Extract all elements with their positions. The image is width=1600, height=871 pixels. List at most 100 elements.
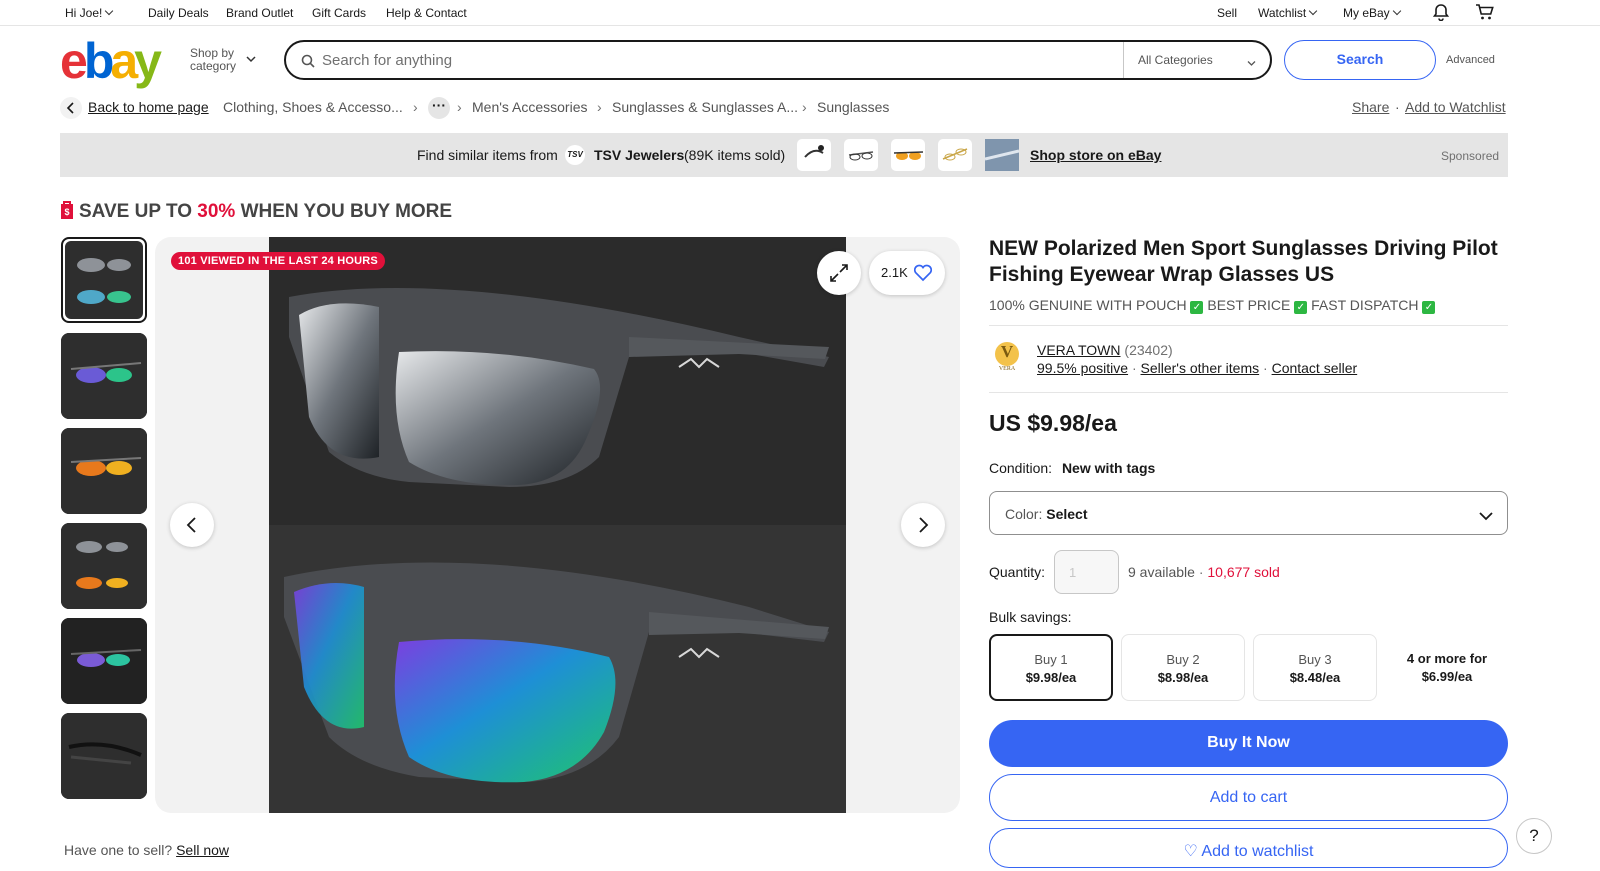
ebay-logo[interactable]: ebay: [60, 33, 162, 89]
category-select[interactable]: All Categories: [1123, 42, 1270, 78]
nav-sell[interactable]: Sell: [1217, 6, 1237, 20]
main-image-viewer[interactable]: [155, 237, 960, 813]
bulk-qty: Buy 2: [1166, 652, 1200, 667]
promo-percent: 30%: [197, 201, 236, 222]
seller-feedback-link[interactable]: 99.5% positive: [1037, 360, 1128, 376]
available-count: 9 available: [1128, 564, 1195, 580]
chevron-down-icon: [1479, 508, 1493, 524]
seller-logo[interactable]: V VERA: [989, 339, 1025, 375]
nav-gift-cards[interactable]: Gift Cards: [312, 6, 366, 20]
store-name[interactable]: TSV Jewelers: [594, 147, 684, 163]
viewed-badge: 101 VIEWED IN THE LAST 24 HOURS: [171, 252, 385, 270]
store-item-thumbnail[interactable]: [844, 139, 878, 171]
search-button[interactable]: Search: [1284, 40, 1436, 80]
condition: Condition: New with tags: [989, 460, 1155, 476]
sponsored-store-strip: Find similar items from TSV TSV Jewelers…: [60, 133, 1508, 177]
bulk-price: $8.98/ea: [1157, 670, 1209, 685]
divider: [989, 325, 1508, 326]
expand-icon[interactable]: [817, 251, 861, 295]
thumbnail-5[interactable]: [61, 618, 147, 704]
sell-now-link[interactable]: Sell now: [176, 842, 229, 858]
check-icon: ✓: [1294, 301, 1308, 314]
add-to-watchlist-button[interactable]: ♡ Add to watchlist: [989, 828, 1508, 868]
have-one-text: Have one to sell?: [64, 842, 173, 858]
bulk-price: $6.99/ea: [1421, 669, 1473, 684]
more-breadcrumbs-icon[interactable]: ···: [428, 97, 450, 119]
buy-it-now-button[interactable]: Buy It Now: [989, 720, 1508, 767]
previous-image-button[interactable]: [170, 503, 214, 547]
quantity-input[interactable]: 1: [1054, 550, 1119, 594]
breadcrumb-item-sunglasses[interactable]: Sunglasses: [817, 99, 889, 115]
nav-help-contact[interactable]: Help & Contact: [386, 6, 467, 20]
seller-logo-word: VERA: [998, 366, 1016, 372]
shop-store-link[interactable]: Shop store on eBay: [1030, 147, 1161, 163]
bulk-option-1[interactable]: Buy 1 $9.98/ea: [989, 634, 1113, 701]
bulk-promo-banner: $ SAVE UP TO 30% WHEN YOU BUY MORE: [60, 201, 452, 223]
breadcrumb-item-mens-accessories[interactable]: Men's Accessories: [472, 99, 588, 115]
back-to-home-link[interactable]: Back to home page: [88, 99, 209, 115]
product-subtitle: 100% GENUINE WITH POUCH ✓ BEST PRICE ✓ F…: [989, 297, 1436, 314]
bulk-option-4[interactable]: 4 or more for $6.99/ea: [1385, 634, 1509, 701]
dot-separator: ·: [1395, 99, 1400, 115]
thumbnail-4[interactable]: [61, 523, 147, 609]
color-select[interactable]: Color: Select: [989, 491, 1508, 535]
bell-icon[interactable]: [1432, 3, 1450, 24]
bulk-price: $9.98/ea: [1025, 670, 1077, 685]
check-icon: ✓: [1422, 301, 1436, 314]
seller-other-items-link[interactable]: Seller's other items: [1141, 360, 1260, 376]
back-arrow-icon[interactable]: [60, 97, 82, 119]
nav-daily-deals[interactable]: Daily Deals: [148, 6, 209, 20]
store-item-thumbnail[interactable]: [938, 139, 972, 171]
contact-seller-link[interactable]: Contact seller: [1272, 360, 1358, 376]
chevron-right-icon: ›: [597, 99, 602, 115]
bulk-option-3[interactable]: Buy 3 $8.48/ea: [1253, 634, 1377, 701]
check-icon: ✓: [1190, 301, 1204, 314]
help-button[interactable]: ?: [1516, 818, 1552, 854]
bulk-qty: Buy 1: [1034, 652, 1068, 667]
heart-icon: [913, 264, 933, 285]
bulk-option-2[interactable]: Buy 2 $8.98/ea: [1121, 634, 1245, 701]
nav-my-ebay[interactable]: My eBay: [1343, 6, 1401, 20]
chevron-down-icon: [105, 6, 114, 16]
thumbnail-3[interactable]: [61, 428, 147, 514]
search-bar: Search for anything All Categories: [284, 40, 1272, 80]
greeting-menu[interactable]: Hi Joe!: [65, 6, 114, 20]
store-item-thumbnail[interactable]: [891, 139, 925, 171]
chevron-right-icon: ›: [457, 99, 462, 115]
color-select-value: Select: [1046, 506, 1088, 522]
seller-score: (23402): [1124, 342, 1173, 358]
breadcrumb-item-clothing[interactable]: Clothing, Shoes & Accesso...: [223, 99, 403, 115]
nav-brand-outlet[interactable]: Brand Outlet: [226, 6, 293, 20]
add-to-cart-button[interactable]: Add to cart: [989, 774, 1508, 821]
shop-by-category-button[interactable]: Shop by category: [190, 47, 256, 73]
category-select-value: All Categories: [1138, 53, 1213, 67]
seller-logo-letter: V: [1000, 342, 1014, 361]
chevron-right-icon: ›: [802, 99, 807, 115]
store-items-sold: (89K items sold): [684, 147, 786, 163]
thumbnail-6[interactable]: [61, 713, 147, 799]
thumbnail-2[interactable]: [61, 333, 147, 419]
thumbnail-1[interactable]: [61, 237, 147, 323]
seller-name-link[interactable]: VERA TOWN: [1037, 342, 1121, 358]
share-link[interactable]: Share: [1352, 99, 1389, 115]
store-banner-thumbnail[interactable]: [984, 139, 1020, 171]
cart-icon[interactable]: [1475, 3, 1495, 24]
condition-label: Condition:: [989, 460, 1053, 476]
sold-count: 10,677 sold: [1207, 564, 1280, 580]
next-image-button[interactable]: [901, 503, 945, 547]
find-similar-text: Find similar items from: [417, 147, 558, 163]
price: US $9.98/ea: [989, 410, 1117, 436]
dot-separator: ·: [1198, 564, 1204, 580]
shop-by-line2: category: [190, 59, 237, 73]
sell-prompt: Have one to sell? Sell now: [64, 842, 229, 858]
add-to-watchlist-link[interactable]: Add to Watchlist: [1405, 99, 1506, 115]
product-photo: [269, 237, 846, 813]
search-input[interactable]: Search for anything: [322, 52, 452, 69]
nav-watchlist[interactable]: Watchlist: [1258, 6, 1318, 20]
watchers-count-button[interactable]: 2.1K: [869, 251, 945, 295]
breadcrumb-item-sunglasses-a[interactable]: Sunglasses & Sunglasses A...: [612, 99, 798, 115]
chevron-down-icon: [1247, 56, 1256, 70]
advanced-search-link[interactable]: Advanced: [1446, 54, 1495, 66]
logo-letter-y: y: [134, 33, 162, 89]
store-item-thumbnail[interactable]: [797, 139, 831, 171]
